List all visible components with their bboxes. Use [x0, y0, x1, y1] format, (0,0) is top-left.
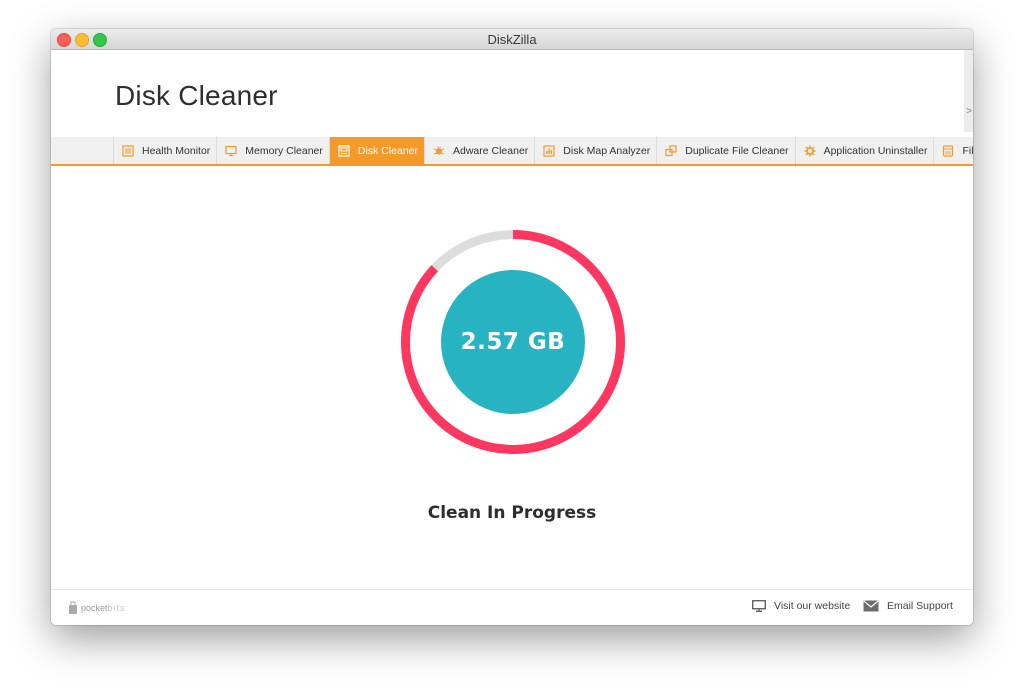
tab-label: Adware Cleaner	[453, 144, 529, 157]
progress-ring: 2.57 GB	[400, 229, 626, 455]
bug-icon	[433, 145, 445, 157]
tab-list: Health Monitor Memory Cleaner Disk Clean…	[113, 137, 973, 164]
brand-suffix: bits	[107, 603, 126, 613]
tab-application-uninstaller[interactable]: Application Uninstaller	[796, 137, 935, 164]
window-title: DiskZilla	[487, 32, 537, 47]
scroll-strip[interactable]: >	[964, 50, 973, 132]
brand-logo: pocket bits	[68, 601, 126, 615]
shredder-icon	[942, 144, 954, 157]
email-support-link[interactable]: Email Support	[863, 600, 953, 612]
tab-label: Memory Cleaner	[245, 144, 323, 157]
tab-label: Duplicate File Cleaner	[685, 144, 789, 157]
disk-icon	[338, 144, 350, 157]
tab-disk-map-analyzer[interactable]: Disk Map Analyzer	[535, 137, 658, 164]
duplicate-icon	[665, 144, 677, 157]
app-window: DiskZilla Disk Cleaner > Health Monitor …	[51, 29, 973, 625]
brand-name: pocket	[81, 603, 108, 613]
email-support-label: Email Support	[887, 600, 953, 612]
page-title: Disk Cleaner	[115, 80, 278, 111]
visit-website-link[interactable]: Visit our website	[752, 600, 850, 612]
page-header: Disk Cleaner	[51, 50, 973, 138]
tab-adware-cleaner[interactable]: Adware Cleaner	[425, 137, 536, 164]
list-icon	[122, 144, 134, 157]
monitor-icon	[225, 145, 237, 157]
status-text: Clean In Progress	[427, 503, 597, 523]
monitor-icon	[752, 600, 766, 612]
tab-label: Application Uninstaller	[823, 144, 928, 157]
gear-icon	[804, 145, 816, 157]
envelope-icon	[863, 600, 879, 612]
tab-disk-cleaner[interactable]: Disk Cleaner	[329, 137, 425, 164]
footer: pocket bits Visit our website Email Suppo…	[51, 589, 973, 625]
cleaned-size: 2.57 GB	[460, 329, 566, 355]
tab-label: Disk Cleaner	[357, 144, 418, 157]
tab-bar: Health Monitor Memory Cleaner Disk Clean…	[51, 137, 973, 166]
tab-memory-cleaner[interactable]: Memory Cleaner	[217, 137, 330, 164]
tab-file-shredder[interactable]: File Shredder	[934, 137, 973, 164]
tab-label: Disk Map Analyzer	[563, 144, 651, 157]
visit-website-label: Visit our website	[774, 600, 851, 612]
tab-health-monitor[interactable]: Health Monitor	[114, 137, 218, 164]
main-content: 2.57 GB Clean In Progress	[51, 166, 973, 589]
tab-duplicate-file-cleaner[interactable]: Duplicate File Cleaner	[657, 137, 796, 164]
pocketbits-logo-icon	[69, 601, 77, 614]
tab-label: File Shredder	[962, 144, 973, 157]
chart-icon	[543, 144, 555, 157]
title-bar: DiskZilla	[51, 29, 973, 50]
tab-label: Health Monitor	[142, 144, 211, 157]
chevron-right-icon[interactable]: >	[966, 106, 972, 117]
